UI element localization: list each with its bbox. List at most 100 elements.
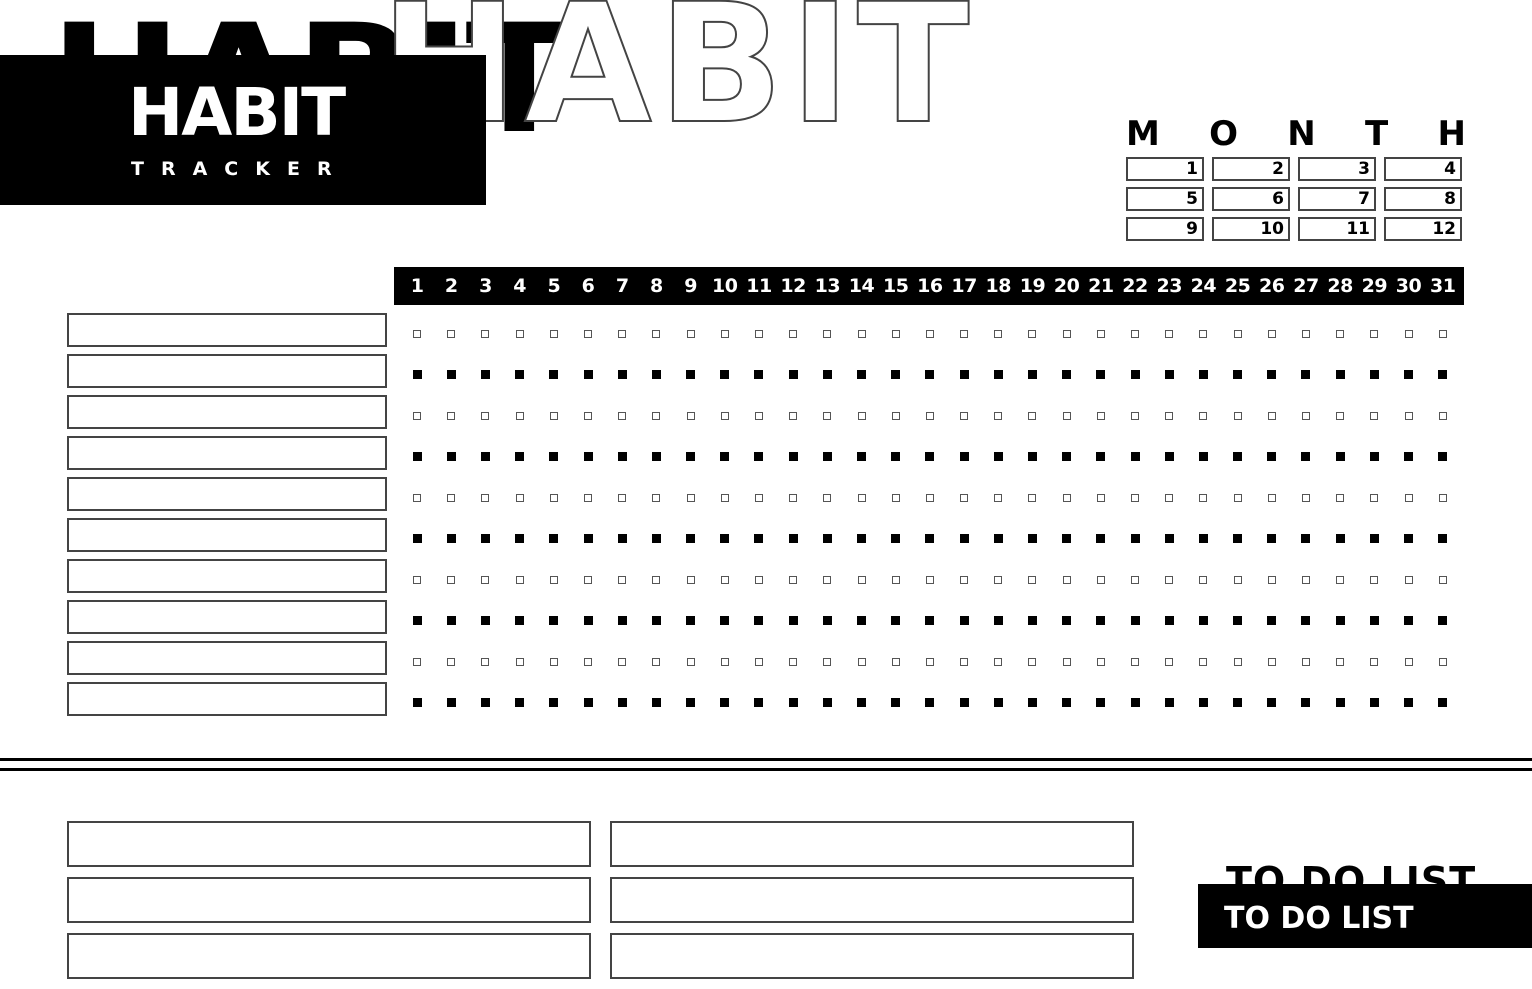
habit-checkbox[interactable] — [674, 440, 708, 474]
habit-checkbox[interactable] — [1255, 563, 1289, 597]
habit-checkbox[interactable] — [1426, 563, 1460, 597]
habit-checkbox[interactable] — [434, 440, 468, 474]
habit-checkbox[interactable] — [537, 604, 571, 638]
habit-checkbox[interactable] — [981, 522, 1015, 556]
habit-checkbox[interactable] — [1050, 317, 1084, 351]
habit-checkbox[interactable] — [1289, 563, 1323, 597]
habit-checkbox[interactable] — [947, 563, 981, 597]
habit-checkbox[interactable] — [1289, 317, 1323, 351]
habit-checkbox[interactable] — [1426, 686, 1460, 720]
habit-checkbox[interactable] — [1186, 317, 1220, 351]
habit-name-input[interactable] — [67, 518, 387, 552]
habit-checkbox[interactable] — [1118, 686, 1152, 720]
habit-checkbox[interactable] — [537, 645, 571, 679]
habit-name-input[interactable] — [67, 477, 387, 511]
habit-checkbox[interactable] — [708, 604, 742, 638]
habit-checkbox[interactable] — [1255, 317, 1289, 351]
habit-checkbox[interactable] — [1050, 686, 1084, 720]
habit-checkbox[interactable] — [468, 522, 502, 556]
habit-checkbox[interactable] — [468, 399, 502, 433]
habit-checkbox[interactable] — [1426, 399, 1460, 433]
habit-checkbox[interactable] — [1118, 645, 1152, 679]
habit-checkbox[interactable] — [708, 481, 742, 515]
habit-checkbox[interactable] — [434, 522, 468, 556]
habit-name-input[interactable] — [67, 354, 387, 388]
habit-checkbox[interactable] — [503, 563, 537, 597]
habit-checkbox[interactable] — [605, 563, 639, 597]
habit-checkbox[interactable] — [1255, 440, 1289, 474]
habit-checkbox[interactable] — [639, 563, 673, 597]
habit-checkbox[interactable] — [742, 563, 776, 597]
habit-checkbox[interactable] — [1289, 440, 1323, 474]
habit-checkbox[interactable] — [947, 604, 981, 638]
habit-checkbox[interactable] — [844, 358, 878, 392]
habit-checkbox[interactable] — [981, 604, 1015, 638]
habit-checkbox[interactable] — [674, 686, 708, 720]
habit-checkbox[interactable] — [810, 481, 844, 515]
habit-checkbox[interactable] — [708, 440, 742, 474]
habit-checkbox[interactable] — [503, 358, 537, 392]
month-option[interactable]: 10 — [1212, 217, 1290, 241]
habit-checkbox[interactable] — [708, 317, 742, 351]
todo-item-input[interactable] — [610, 877, 1134, 923]
habit-checkbox[interactable] — [1118, 399, 1152, 433]
habit-checkbox[interactable] — [571, 563, 605, 597]
habit-checkbox[interactable] — [1015, 399, 1049, 433]
habit-checkbox[interactable] — [1015, 522, 1049, 556]
habit-checkbox[interactable] — [674, 522, 708, 556]
habit-checkbox[interactable] — [639, 645, 673, 679]
habit-checkbox[interactable] — [537, 563, 571, 597]
habit-checkbox[interactable] — [571, 317, 605, 351]
habit-checkbox[interactable] — [1255, 481, 1289, 515]
habit-checkbox[interactable] — [913, 399, 947, 433]
habit-checkbox[interactable] — [1357, 399, 1391, 433]
habit-checkbox[interactable] — [1255, 358, 1289, 392]
habit-checkbox[interactable] — [1186, 440, 1220, 474]
habit-checkbox[interactable] — [503, 645, 537, 679]
habit-checkbox[interactable] — [571, 481, 605, 515]
habit-checkbox[interactable] — [810, 522, 844, 556]
habit-checkbox[interactable] — [1221, 522, 1255, 556]
todo-item-input[interactable] — [610, 933, 1134, 979]
month-option[interactable]: 1 — [1126, 157, 1204, 181]
habit-checkbox[interactable] — [674, 399, 708, 433]
habit-checkbox[interactable] — [1255, 522, 1289, 556]
habit-checkbox[interactable] — [742, 440, 776, 474]
habit-checkbox[interactable] — [879, 317, 913, 351]
habit-name-input[interactable] — [67, 559, 387, 593]
todo-item-input[interactable] — [67, 933, 591, 979]
month-option[interactable]: 4 — [1384, 157, 1462, 181]
habit-checkbox[interactable] — [1391, 440, 1425, 474]
habit-checkbox[interactable] — [1186, 686, 1220, 720]
habit-checkbox[interactable] — [1050, 522, 1084, 556]
habit-checkbox[interactable] — [844, 563, 878, 597]
habit-checkbox[interactable] — [1323, 522, 1357, 556]
habit-checkbox[interactable] — [571, 358, 605, 392]
habit-checkbox[interactable] — [537, 317, 571, 351]
habit-checkbox[interactable] — [468, 358, 502, 392]
habit-checkbox[interactable] — [844, 604, 878, 638]
habit-checkbox[interactable] — [400, 399, 434, 433]
habit-checkbox[interactable] — [1221, 686, 1255, 720]
habit-checkbox[interactable] — [981, 317, 1015, 351]
habit-checkbox[interactable] — [1015, 440, 1049, 474]
habit-checkbox[interactable] — [1323, 604, 1357, 638]
todo-item-input[interactable] — [67, 877, 591, 923]
habit-checkbox[interactable] — [1015, 604, 1049, 638]
habit-checkbox[interactable] — [1050, 399, 1084, 433]
habit-checkbox[interactable] — [639, 440, 673, 474]
habit-checkbox[interactable] — [1152, 481, 1186, 515]
habit-checkbox[interactable] — [844, 645, 878, 679]
habit-checkbox[interactable] — [639, 522, 673, 556]
habit-checkbox[interactable] — [913, 358, 947, 392]
habit-checkbox[interactable] — [639, 604, 673, 638]
habit-checkbox[interactable] — [605, 317, 639, 351]
habit-checkbox[interactable] — [742, 604, 776, 638]
habit-checkbox[interactable] — [434, 563, 468, 597]
habit-checkbox[interactable] — [1221, 399, 1255, 433]
habit-checkbox[interactable] — [639, 399, 673, 433]
habit-checkbox[interactable] — [1084, 481, 1118, 515]
habit-checkbox[interactable] — [742, 358, 776, 392]
habit-checkbox[interactable] — [844, 440, 878, 474]
habit-checkbox[interactable] — [400, 686, 434, 720]
